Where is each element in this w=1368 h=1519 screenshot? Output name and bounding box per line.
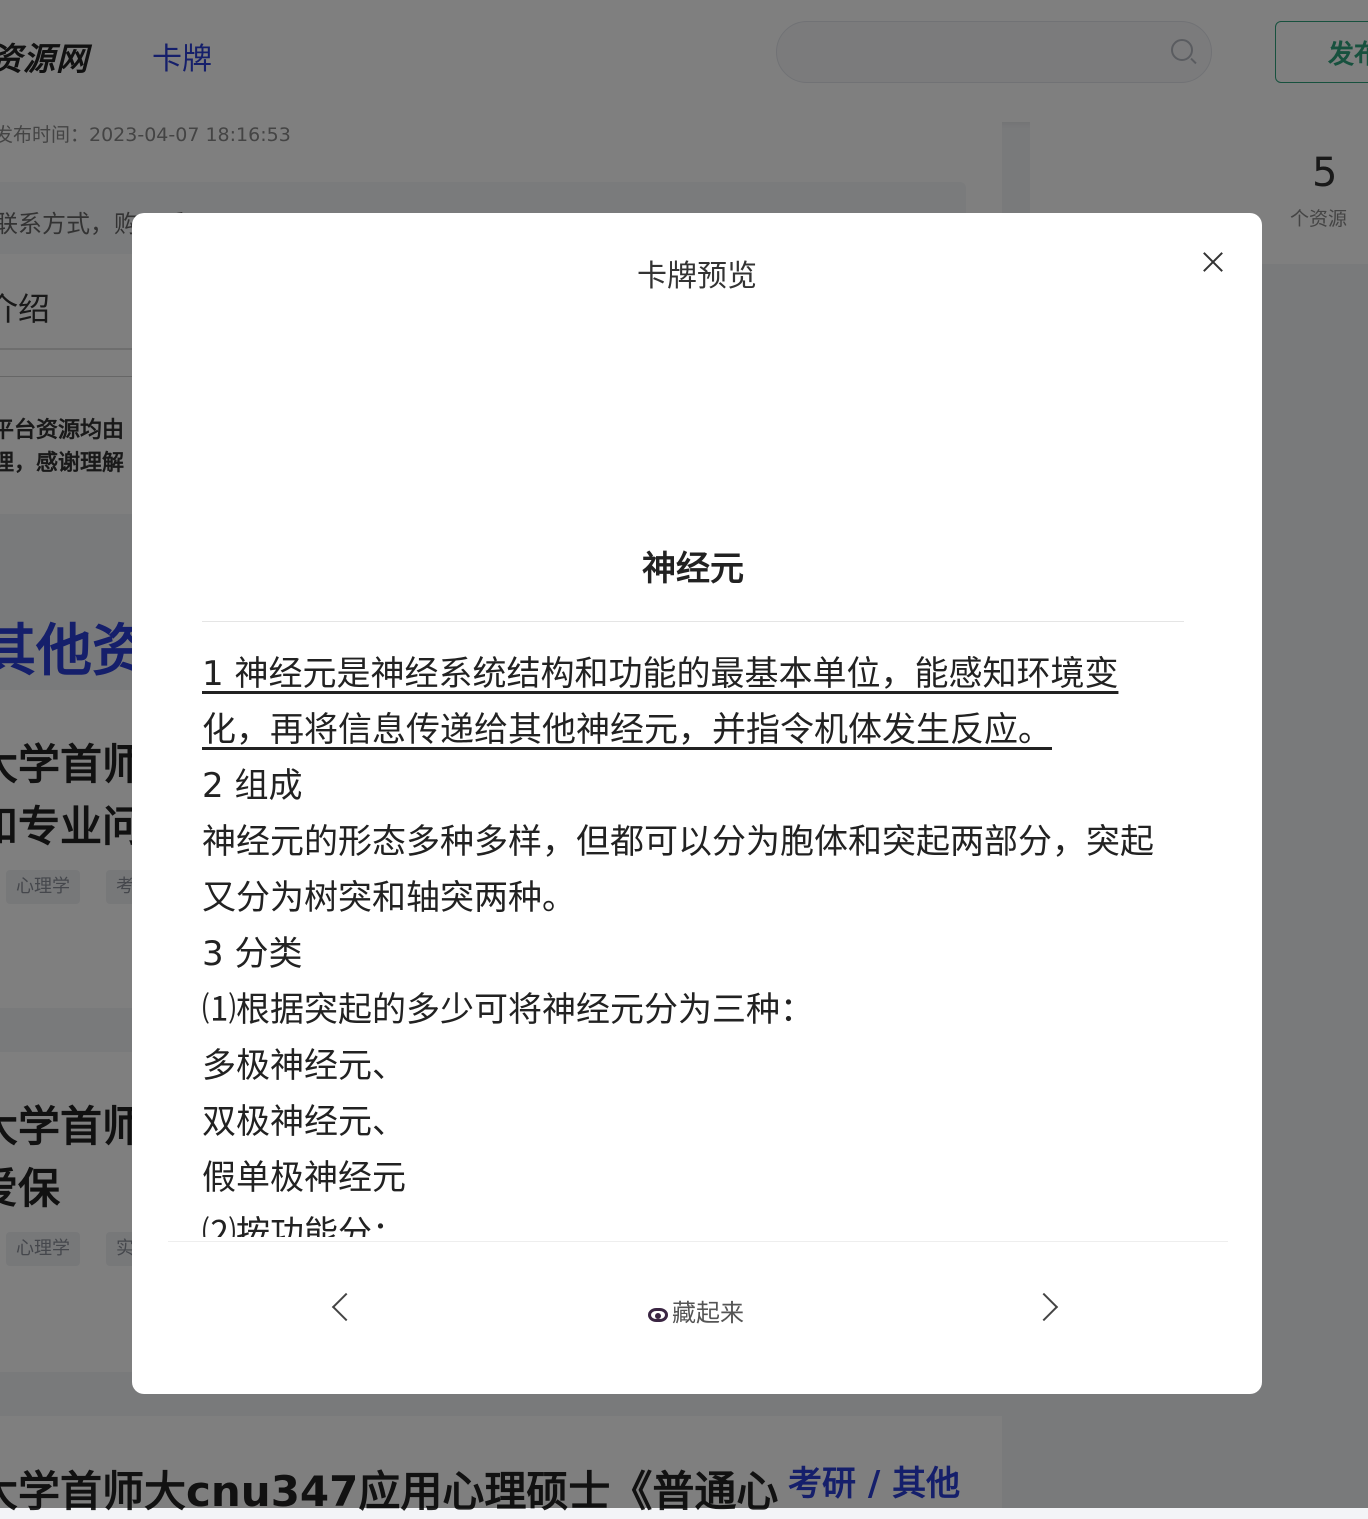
hide-label: 藏起来: [672, 1299, 744, 1327]
card-line: 1 神经元是神经系统结构和功能的最基本单位，能感知环境变化，再将信息传递给其他神…: [202, 654, 1119, 750]
card-line: ⑵按功能分：: [202, 1214, 406, 1237]
card-line: 神经元的形态多种多样，但都可以分为胞体和突起两部分，突起又分为树突和轴突两种。: [202, 822, 1154, 918]
card-line: ⑴根据突起的多少可将神经元分为三种：: [202, 990, 814, 1030]
eye-icon: [648, 1308, 668, 1322]
close-icon[interactable]: [1200, 249, 1226, 275]
card-content[interactable]: 神经元 1 神经元是神经系统结构和功能的最基本单位，能感知环境变化，再将信息传递…: [202, 533, 1184, 1237]
card-line: 多极神经元、: [202, 1046, 406, 1086]
card-line: 3 分类: [202, 934, 303, 974]
card-body: 1 神经元是神经系统结构和功能的最基本单位，能感知环境变化，再将信息传递给其他神…: [202, 646, 1184, 1237]
next-card-chevron-right-icon[interactable]: [1032, 1291, 1066, 1325]
modal-title: 卡牌预览: [637, 259, 757, 294]
card-line: 2 组成: [202, 766, 303, 806]
card-preview-modal: 卡牌预览 神经元 1 神经元是神经系统结构和功能的最基本单位，能感知环境变化，再…: [132, 213, 1262, 1394]
card-line: 双极神经元、: [202, 1102, 406, 1142]
hide-button[interactable]: 藏起来: [648, 1293, 744, 1328]
modal-footer-divider: [168, 1241, 1228, 1242]
card-heading: 神经元: [642, 549, 744, 589]
heading-divider: [202, 621, 1184, 622]
card-line: 假单极神经元: [202, 1158, 406, 1198]
prev-card-chevron-left-icon[interactable]: [326, 1291, 360, 1325]
